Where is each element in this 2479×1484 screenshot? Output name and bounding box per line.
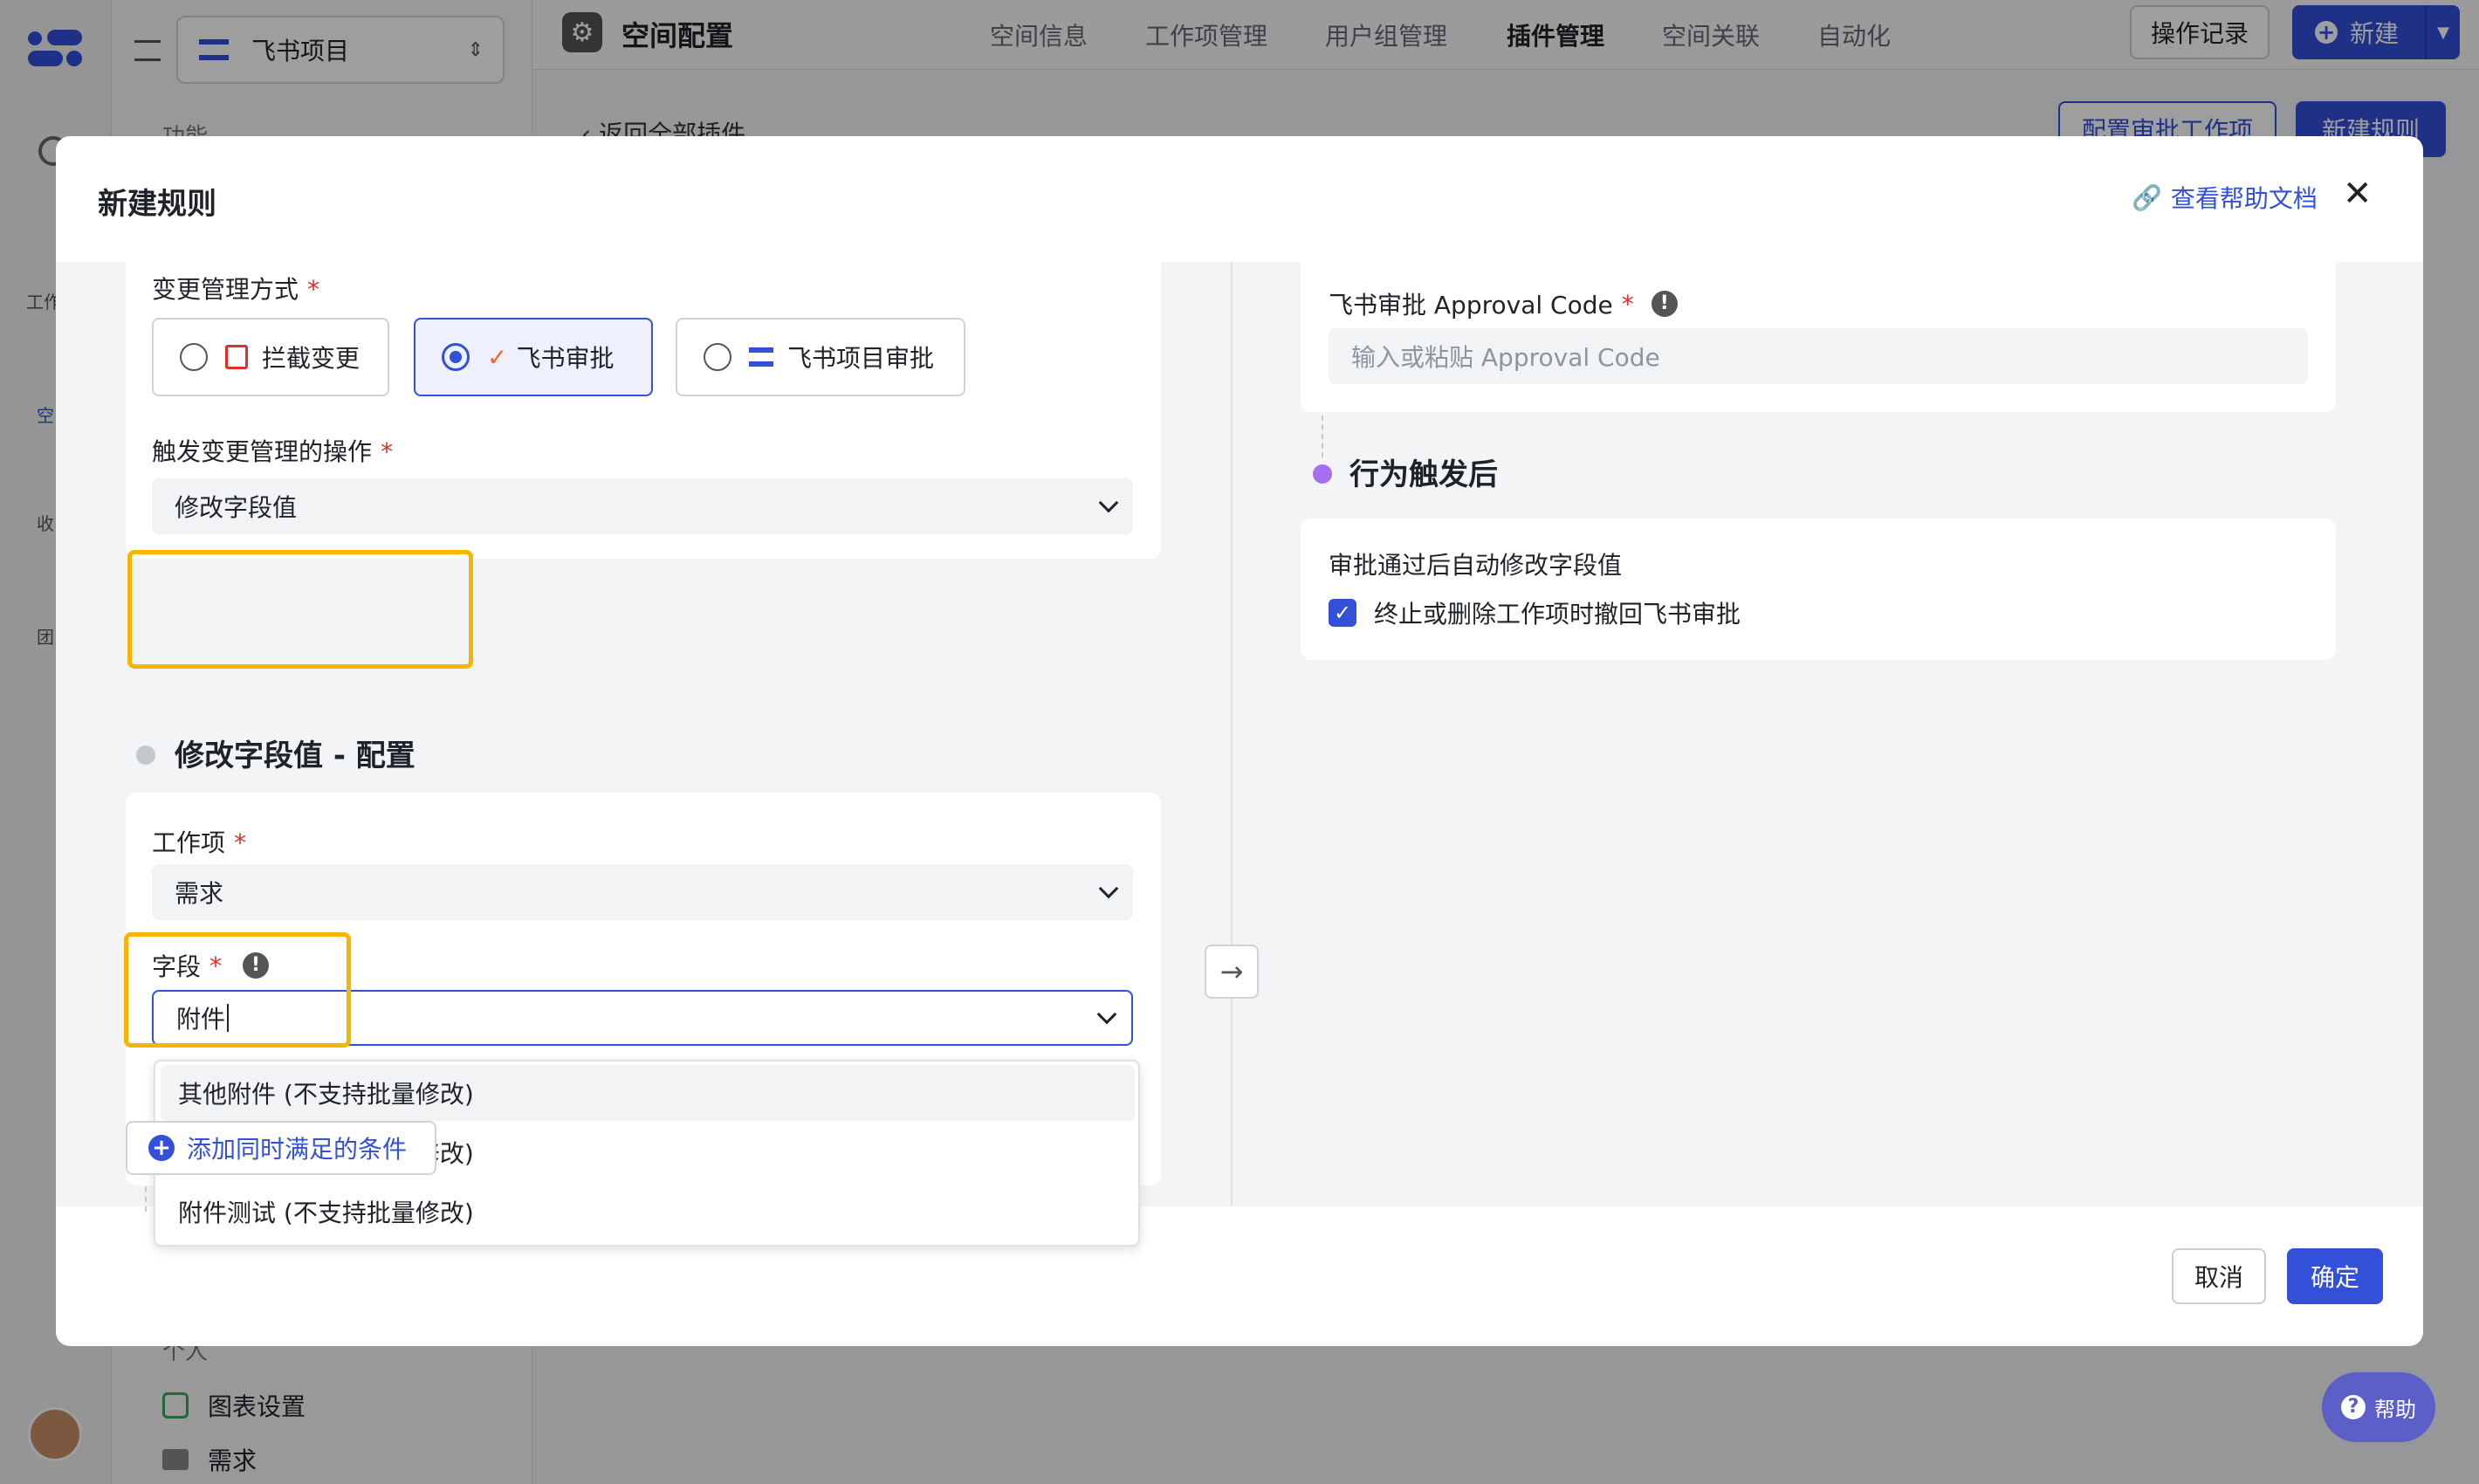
dialog-body: → 变更管理方式 * 拦截变更 ✓ 飞书审批 飞书项目审批 触发变更管理的操作 * … bbox=[56, 262, 2423, 1247]
approval-code-input[interactable]: 输入或粘贴 Approval Code bbox=[1329, 328, 2308, 384]
option-label: 飞书审批 bbox=[516, 344, 615, 373]
help-doc-link[interactable]: 🔗 查看帮助文档 bbox=[2132, 180, 2318, 215]
withdraw-approval-checkbox-row[interactable]: ✓ 终止或删除工作项时撤回飞书审批 bbox=[1329, 595, 1741, 630]
workitem-select[interactable]: 需求 bbox=[152, 864, 1133, 920]
add-condition-button[interactable]: + 添加同时满足的条件 bbox=[126, 1121, 436, 1175]
add-condition-label: 添加同时满足的条件 bbox=[187, 1135, 408, 1164]
section-dot bbox=[136, 745, 155, 765]
chevron-down-icon bbox=[1098, 878, 1119, 899]
question-icon: ? bbox=[2341, 1395, 2366, 1419]
option-block-change[interactable]: 拦截变更 bbox=[152, 318, 389, 396]
checkbox-checked-icon[interactable]: ✓ bbox=[1329, 599, 1356, 627]
approval-code-label: 飞书审批 Approval Code * ! bbox=[1329, 286, 1678, 321]
workitem-label: 工作项 * bbox=[152, 828, 247, 857]
workitem-value: 需求 bbox=[175, 879, 224, 908]
auto-modify-label: 审批通过后自动修改字段值 bbox=[1329, 551, 1623, 580]
option-project-approval[interactable]: 飞书项目审批 bbox=[676, 318, 965, 396]
link-icon: 🔗 bbox=[2132, 182, 2162, 212]
help-doc-label: 查看帮助文档 bbox=[2170, 184, 2318, 213]
plus-circle-icon: + bbox=[148, 1135, 175, 1161]
dropdown-option-other-attachment[interactable]: 其他附件 (不支持批量修改) bbox=[161, 1065, 1135, 1121]
help-button[interactable]: ? 帮助 bbox=[2322, 1372, 2435, 1442]
feishu-approval-icon: ✓ bbox=[487, 342, 508, 372]
change-mode-label: 变更管理方式 * bbox=[152, 275, 320, 304]
highlight-trigger bbox=[127, 550, 473, 669]
after-trigger-card: 审批通过后自动修改字段值 ✓ 终止或删除工作项时撤回飞书审批 bbox=[1301, 519, 2336, 660]
option-feishu-approval[interactable]: ✓ 飞书审批 bbox=[414, 318, 653, 396]
config-section-title: 修改字段值 - 配置 bbox=[175, 739, 415, 773]
project-icon bbox=[749, 347, 773, 367]
highlight-field bbox=[124, 932, 351, 1048]
arrow-right-icon: → bbox=[1205, 945, 1259, 999]
trigger-select[interactable]: 修改字段值 bbox=[152, 478, 1133, 534]
change-mode-card: 变更管理方式 * 拦截变更 ✓ 飞书审批 飞书项目审批 触发变更管理的操作 * 修改… bbox=[126, 262, 1161, 559]
option-label: 拦截变更 bbox=[262, 344, 361, 373]
info-icon[interactable]: ! bbox=[1651, 291, 1678, 317]
radio-button-selected[interactable] bbox=[442, 343, 470, 371]
checkbox-label: 终止或删除工作项时撤回飞书审批 bbox=[1374, 600, 1741, 629]
trigger-value: 修改字段值 bbox=[175, 493, 298, 522]
radio-button[interactable] bbox=[180, 343, 208, 371]
block-icon bbox=[225, 345, 248, 369]
approval-code-card: 飞书审批 Approval Code * ! 输入或粘贴 Approval Cod… bbox=[1301, 262, 2336, 412]
approval-code-placeholder: 输入或粘贴 Approval Code bbox=[1351, 343, 1660, 372]
close-icon[interactable]: ✕ bbox=[2343, 176, 2373, 211]
chevron-down-icon bbox=[1096, 1004, 1117, 1025]
help-label: 帮助 bbox=[2374, 1397, 2416, 1422]
dialog-title: 新建规则 bbox=[98, 187, 216, 222]
cancel-button[interactable]: 取消 bbox=[2172, 1248, 2266, 1304]
after-trigger-title: 行为触发后 bbox=[1349, 457, 1498, 492]
confirm-button[interactable]: 确定 bbox=[2287, 1248, 2383, 1304]
chevron-down-icon bbox=[1098, 492, 1119, 513]
section-dot bbox=[1313, 464, 1332, 484]
dropdown-option-attachment-test[interactable]: 附件测试 (不支持批量修改) bbox=[161, 1184, 1135, 1240]
column-divider bbox=[1231, 262, 1233, 1206]
timeline-line bbox=[1322, 416, 1323, 457]
new-rule-dialog: 新建规则 🔗 查看帮助文档 ✕ → 变更管理方式 * 拦截变更 ✓ 飞书审批 飞… bbox=[56, 136, 2423, 1346]
option-label: 飞书项目审批 bbox=[787, 344, 935, 373]
radio-button[interactable] bbox=[704, 343, 731, 371]
trigger-label: 触发变更管理的操作 * bbox=[152, 437, 394, 466]
